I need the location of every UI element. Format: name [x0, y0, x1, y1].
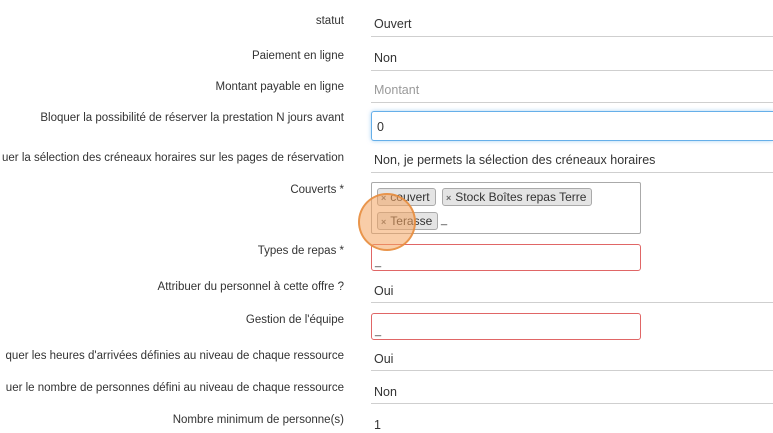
montant-label: Montant payable en ligne	[215, 81, 344, 93]
bloquer-jours-input[interactable]: 0	[371, 111, 773, 141]
remove-tag-icon[interactable]: ×	[381, 217, 386, 227]
tag-label: Terasse	[390, 214, 433, 228]
heures-select[interactable]: Oui	[371, 348, 773, 371]
couverts-multiselect[interactable]: × couvert × Stock Boîtes repas Terre × Tera…	[371, 182, 641, 234]
equipe-cursor: _	[375, 325, 382, 337]
nombre-personnes-select[interactable]: Non	[371, 381, 773, 404]
statut-select[interactable]: Ouvert	[371, 13, 773, 37]
nombre-personnes-label: uer le nombre de personnes défini au niv…	[5, 382, 344, 394]
types-repas-label: Types de repas *	[257, 245, 344, 257]
tag-label: couvert	[390, 190, 430, 204]
tag-terasse: × Terasse	[377, 212, 439, 230]
paiement-select[interactable]: Non	[371, 47, 773, 71]
paiement-label: Paiement en ligne	[251, 50, 344, 62]
tag-search-cursor[interactable]: _	[441, 214, 447, 226]
personnel-select[interactable]: Oui	[371, 280, 773, 303]
offer-settings-form: statut Ouvert Paiement en ligne Non Mont…	[0, 0, 773, 433]
couverts-label: Couverts *	[290, 184, 344, 196]
creneaux-select[interactable]: Non, je permets la sélection des créneau…	[371, 148, 773, 173]
equipe-label: Gestion de l'équipe	[245, 314, 344, 326]
nombre-min-label: Nombre minimum de personne(s)	[172, 414, 344, 426]
tag-label: Stock Boîtes repas Terre	[455, 190, 587, 204]
bloquer-jours-label: Bloquer la possibilité de réserver la pr…	[40, 112, 344, 124]
creneaux-label: uer la sélection des créneaux horaires s…	[2, 152, 344, 164]
equipe-multiselect[interactable]: _	[371, 313, 641, 340]
types-repas-multiselect[interactable]: _	[371, 244, 641, 271]
remove-tag-icon[interactable]: ×	[381, 193, 386, 203]
tag-couvert: × couvert	[377, 188, 436, 206]
nombre-min-input[interactable]: 1	[371, 414, 773, 433]
remove-tag-icon[interactable]: ×	[446, 193, 451, 203]
types-repas-cursor: _	[375, 256, 382, 268]
heures-label: quer les heures d'arrivées définies au n…	[5, 350, 344, 362]
montant-input[interactable]: Montant	[371, 79, 773, 103]
personnel-label: Attribuer du personnel à cette offre ?	[157, 281, 344, 293]
statut-label: statut	[315, 15, 344, 27]
tag-stock-boites: × Stock Boîtes repas Terre	[442, 188, 593, 206]
